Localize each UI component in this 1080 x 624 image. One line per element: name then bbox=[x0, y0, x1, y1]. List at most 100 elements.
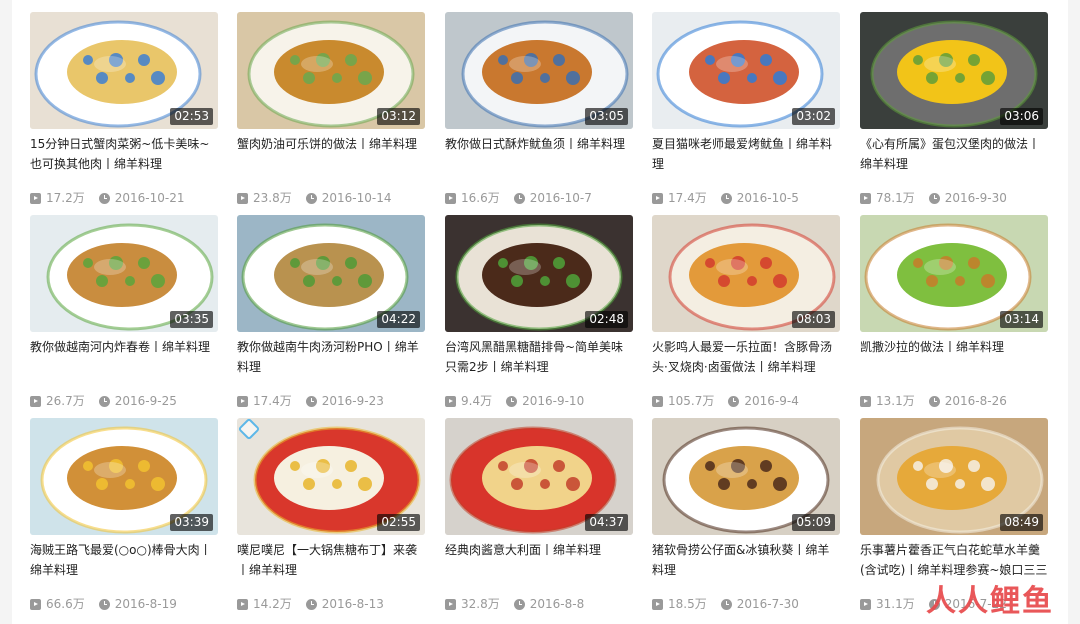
clock-icon bbox=[98, 396, 110, 407]
play-count-value: 18.5万 bbox=[668, 597, 707, 611]
video-thumbnail[interactable]: 03:05 bbox=[445, 12, 633, 129]
video-title-link[interactable]: 海贼王路飞最爱(○o○)棒骨大肉丨绵羊料理 bbox=[30, 540, 218, 580]
play-count-value: 26.7万 bbox=[46, 394, 85, 408]
play-count: 26.7万 bbox=[30, 391, 85, 411]
clock-icon bbox=[305, 193, 317, 204]
upload-date: 2016-9-25 bbox=[98, 391, 177, 411]
video-meta: 105.7万 2016-9-4 bbox=[652, 391, 840, 411]
video-meta: 66.6万 2016-8-19 bbox=[30, 594, 218, 614]
video-card[interactable]: 03:12 蟹肉奶油可乐饼的做法丨绵羊料理 23.8万 2016-10-14 bbox=[237, 12, 425, 207]
video-title-link[interactable]: 15分钟日式蟹肉菜粥~低卡美味~也可换其他肉丨绵羊料理 bbox=[30, 134, 218, 174]
video-thumbnail[interactable]: 08:49 bbox=[860, 418, 1048, 535]
play-count-value: 13.1万 bbox=[876, 394, 915, 408]
upload-date: 2016-8-19 bbox=[98, 594, 177, 614]
video-card[interactable]: 04:37 经典肉酱意大利面丨绵羊料理 32.8万 2016-8-8 bbox=[445, 418, 633, 613]
video-thumbnail[interactable]: 03:12 bbox=[237, 12, 425, 129]
video-title-link[interactable]: 火影鸣人最爱一乐拉面！含豚骨汤头·叉烧肉·卤蛋做法丨绵羊料理 bbox=[652, 337, 840, 377]
upload-date-value: 2016-10-7 bbox=[529, 191, 592, 205]
video-card[interactable]: 04:22 教你做越南牛肉汤河粉PHO丨绵羊料理 17.4万 2016-9-23 bbox=[237, 215, 425, 410]
video-duration: 04:37 bbox=[585, 514, 628, 531]
play-count-value: 32.8万 bbox=[461, 597, 500, 611]
play-count-icon bbox=[237, 599, 248, 610]
play-count: 17.2万 bbox=[30, 188, 85, 208]
video-meta: 17.2万 2016-10-21 bbox=[30, 188, 218, 208]
video-card[interactable]: 03:02 夏目猫咪老师最爱烤鱿鱼丨绵羊料理 17.4万 2016-10-5 bbox=[652, 12, 840, 207]
play-count-icon bbox=[30, 599, 41, 610]
video-thumbnail[interactable]: 04:37 bbox=[445, 418, 633, 535]
video-title-link[interactable]: 噗尼噗尼【一大锅焦糖布丁】来袭丨绵羊料理 bbox=[237, 540, 425, 580]
video-duration: 02:48 bbox=[585, 311, 628, 328]
video-meta: 13.1万 2016-8-26 bbox=[860, 391, 1048, 411]
video-duration: 08:49 bbox=[1000, 514, 1043, 531]
play-count: 17.4万 bbox=[652, 188, 707, 208]
play-count: 66.6万 bbox=[30, 594, 85, 614]
video-meta: 26.7万 2016-9-25 bbox=[30, 391, 218, 411]
video-thumbnail[interactable]: 03:02 bbox=[652, 12, 840, 129]
play-count: 18.5万 bbox=[652, 594, 707, 614]
upload-date-value: 2016-10-5 bbox=[736, 191, 799, 205]
video-thumbnail[interactable]: 02:55 bbox=[237, 418, 425, 535]
play-count-value: 23.8万 bbox=[253, 191, 292, 205]
upload-date-value: 2016-7-30 bbox=[736, 597, 799, 611]
video-thumbnail[interactable]: 02:48 bbox=[445, 215, 633, 332]
video-title-link[interactable]: 教你做越南河内炸春卷丨绵羊料理 bbox=[30, 337, 218, 377]
upload-date: 2016-9-10 bbox=[506, 391, 584, 411]
upload-date-value: 2016-8-8 bbox=[529, 597, 585, 611]
video-title-link[interactable]: 猪软骨捞公仔面&冰镇秋葵丨绵羊料理 bbox=[652, 540, 840, 580]
video-thumbnail[interactable]: 03:14 bbox=[860, 215, 1048, 332]
clock-icon bbox=[928, 396, 940, 407]
upload-date: 2016-8-8 bbox=[513, 594, 585, 614]
upload-date-value: 2016-9-10 bbox=[522, 394, 585, 408]
video-card[interactable]: 03:14 凯撒沙拉的做法丨绵羊料理 13.1万 2016-8-26 bbox=[860, 215, 1048, 410]
video-thumbnail[interactable]: 03:06 bbox=[860, 12, 1048, 129]
upload-date: 2016-9-23 bbox=[305, 391, 384, 411]
upload-date: 2016-10-7 bbox=[513, 188, 592, 208]
video-card[interactable]: 03:39 海贼王路飞最爱(○o○)棒骨大肉丨绵羊料理 66.6万 2016-8-19 bbox=[30, 418, 218, 613]
upload-date-value: 2016-9-23 bbox=[321, 394, 384, 408]
play-count: 78.1万 bbox=[860, 188, 915, 208]
video-duration: 04:22 bbox=[377, 311, 420, 328]
play-count-icon bbox=[237, 193, 248, 204]
upload-date: 2016-7-30 bbox=[720, 594, 799, 614]
video-title-link[interactable]: 台湾风黑醋黑糖醋排骨~简单美味只需2步丨绵羊料理 bbox=[445, 337, 633, 377]
video-card[interactable]: 02:53 15分钟日式蟹肉菜粥~低卡美味~也可换其他肉丨绵羊料理 17.2万 201… bbox=[30, 12, 218, 207]
video-thumbnail[interactable]: 03:39 bbox=[30, 418, 218, 535]
play-count-icon bbox=[445, 396, 456, 407]
upload-date: 2016-9-4 bbox=[728, 391, 799, 411]
video-duration: 03:02 bbox=[792, 108, 835, 125]
video-title-link[interactable]: 经典肉酱意大利面丨绵羊料理 bbox=[445, 540, 633, 580]
video-title-link[interactable]: 凯撒沙拉的做法丨绵羊料理 bbox=[860, 337, 1048, 377]
video-thumbnail[interactable]: 04:22 bbox=[237, 215, 425, 332]
video-meta: 18.5万 2016-7-30 bbox=[652, 594, 840, 614]
play-count-value: 16.6万 bbox=[461, 191, 500, 205]
clock-icon bbox=[98, 193, 110, 204]
video-card[interactable]: 02:48 台湾风黑醋黑糖醋排骨~简单美味只需2步丨绵羊料理 9.4万 2016-9-… bbox=[445, 215, 633, 410]
video-thumbnail[interactable]: 03:35 bbox=[30, 215, 218, 332]
video-card[interactable]: 03:35 教你做越南河内炸春卷丨绵羊料理 26.7万 2016-9-25 bbox=[30, 215, 218, 410]
video-card[interactable]: 05:09 猪软骨捞公仔面&冰镇秋葵丨绵羊料理 18.5万 2016-7-30 bbox=[652, 418, 840, 613]
upload-date-value: 2016-10-21 bbox=[114, 191, 185, 205]
upload-date-value: 2016-10-14 bbox=[321, 191, 392, 205]
video-card[interactable]: 03:06 《心有所属》蛋包汉堡肉的做法丨绵羊料理 78.1万 2016-9-30 bbox=[860, 12, 1048, 207]
clock-icon bbox=[720, 599, 732, 610]
video-title-link[interactable]: 教你做日式酥炸鱿鱼须丨绵羊料理 bbox=[445, 134, 633, 174]
play-count-icon bbox=[652, 599, 663, 610]
play-count-icon bbox=[445, 193, 456, 204]
video-card[interactable]: 02:55 噗尼噗尼【一大锅焦糖布丁】来袭丨绵羊料理 14.2万 2016-8-13 bbox=[237, 418, 425, 613]
video-title-link[interactable]: 乐事薯片藿香正气白花蛇草水羊羹(含试吃)丨绵羊料理参赛~娘口三三 bbox=[860, 540, 1048, 580]
video-title-link[interactable]: 《心有所属》蛋包汉堡肉的做法丨绵羊料理 bbox=[860, 134, 1048, 174]
video-meta: 17.4万 2016-9-23 bbox=[237, 391, 425, 411]
play-count-value: 66.6万 bbox=[46, 597, 85, 611]
play-count: 32.8万 bbox=[445, 594, 500, 614]
video-card[interactable]: 03:05 教你做日式酥炸鱿鱼须丨绵羊料理 16.6万 2016-10-7 bbox=[445, 12, 633, 207]
video-thumbnail[interactable]: 02:53 bbox=[30, 12, 218, 129]
video-duration: 03:35 bbox=[170, 311, 213, 328]
video-thumbnail[interactable]: 08:03 bbox=[652, 215, 840, 332]
video-title-link[interactable]: 夏目猫咪老师最爱烤鱿鱼丨绵羊料理 bbox=[652, 134, 840, 174]
video-title-link[interactable]: 教你做越南牛肉汤河粉PHO丨绵羊料理 bbox=[237, 337, 425, 377]
video-thumbnail[interactable]: 05:09 bbox=[652, 418, 840, 535]
video-duration: 03:06 bbox=[1000, 108, 1043, 125]
upload-date: 2016-9-30 bbox=[928, 188, 1007, 208]
video-title-link[interactable]: 蟹肉奶油可乐饼的做法丨绵羊料理 bbox=[237, 134, 425, 174]
video-card[interactable]: 08:03 火影鸣人最爱一乐拉面！含豚骨汤头·叉烧肉·卤蛋做法丨绵羊料理 105.7… bbox=[652, 215, 840, 410]
